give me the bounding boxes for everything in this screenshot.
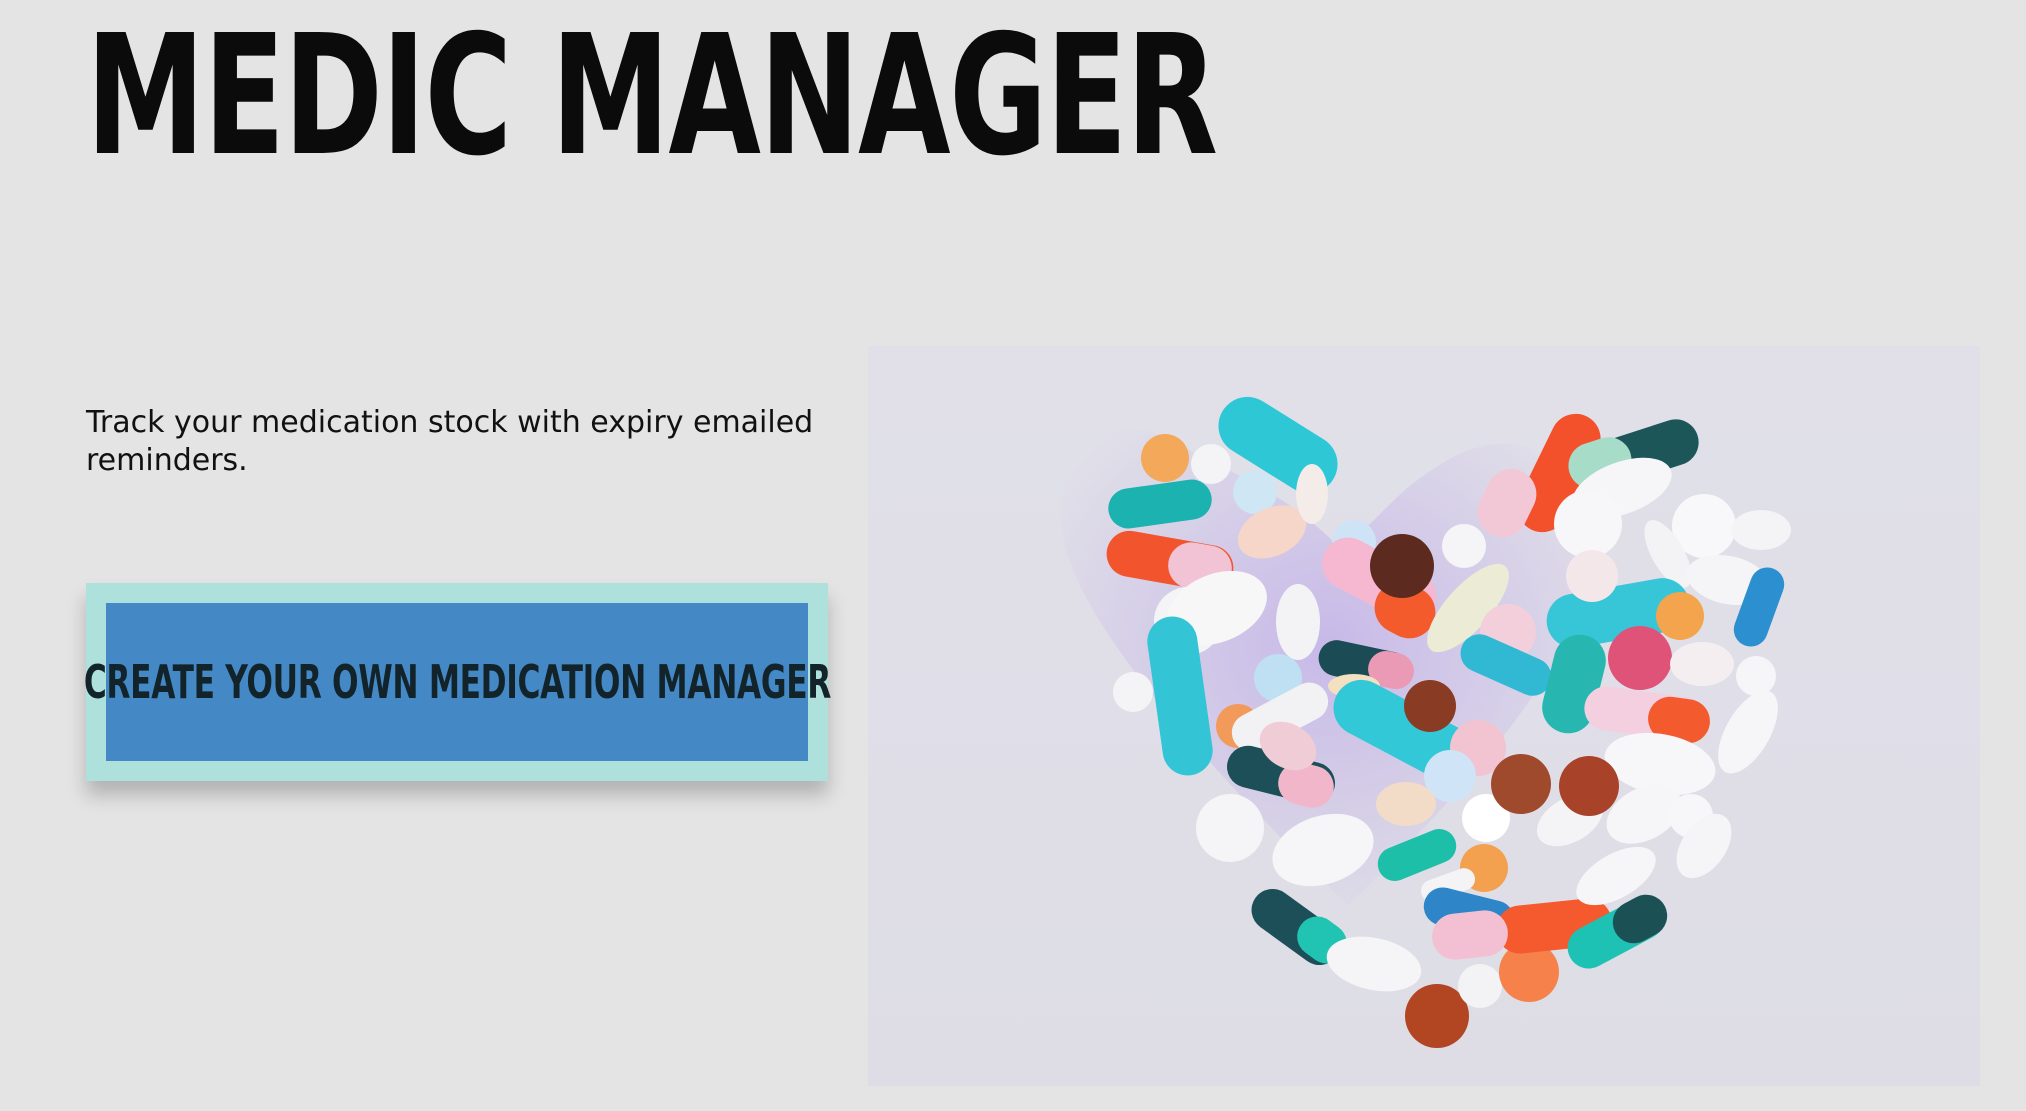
page-title: MEDIC MANAGER [86,0,1218,193]
cta-frame: CREATE YOUR OWN MEDICATION MANAGER [83,583,831,781]
create-medication-manager-label: CREATE YOUR OWN MEDICATION MANAGER [83,655,831,709]
create-medication-manager-button[interactable]: CREATE YOUR OWN MEDICATION MANAGER [83,603,831,761]
pills-heart-image [868,346,1980,1086]
tagline: Track your medication stock with expiry … [86,405,814,478]
